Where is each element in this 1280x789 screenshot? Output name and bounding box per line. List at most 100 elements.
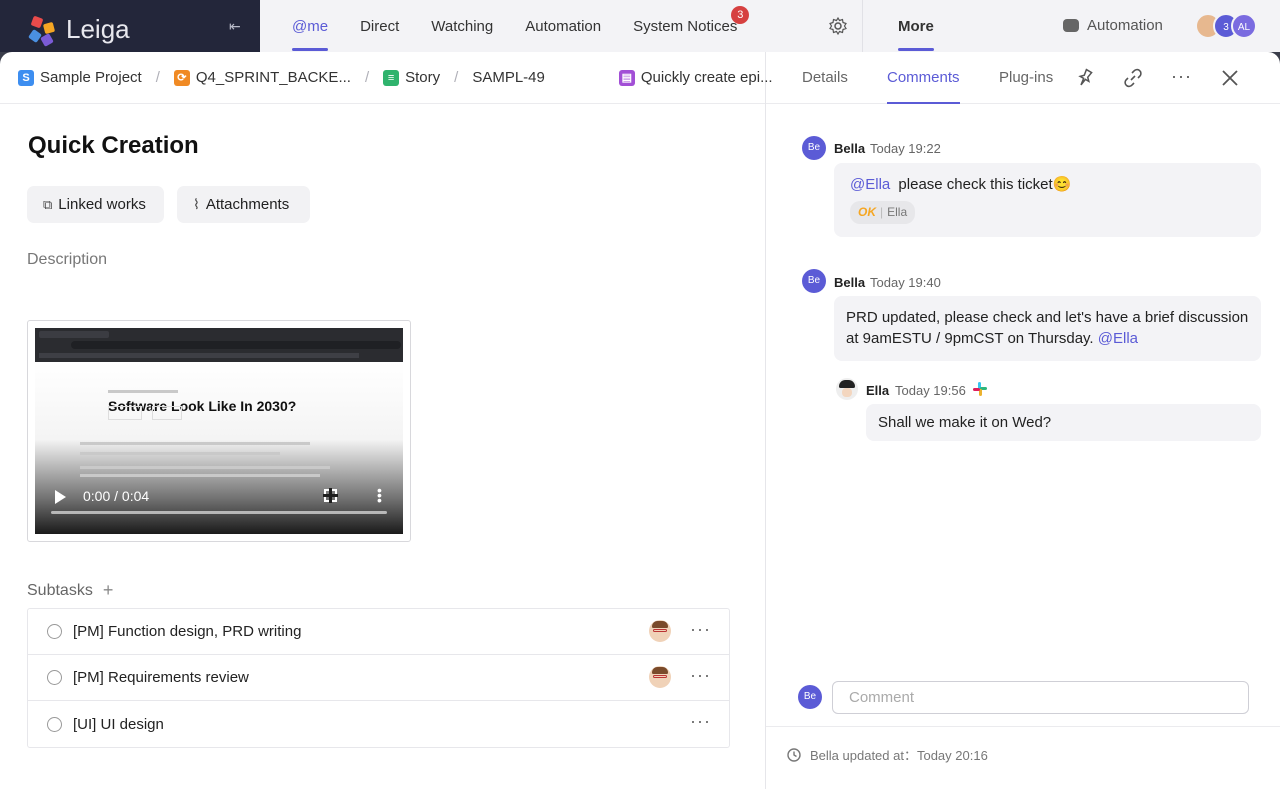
subtask-status-checkbox[interactable] [47, 624, 62, 639]
attachments-button[interactable]: ⌇ Attachments [177, 186, 310, 223]
top-nav: @me Direct Watching Automation System No… [260, 0, 862, 52]
gear-icon[interactable] [828, 16, 848, 36]
more-tab[interactable]: More [898, 0, 934, 52]
subtask-status-checkbox[interactable] [47, 716, 62, 732]
reply-bubble: Shall we make it on Wed? [866, 404, 1261, 441]
avatar[interactable]: Be [802, 136, 826, 160]
tab-comments[interactable]: Comments [887, 52, 960, 104]
mention-link[interactable]: @Ella [850, 176, 890, 193]
tab-plugins[interactable]: Plug-ins [999, 52, 1053, 104]
automation-link[interactable]: Automation [1063, 17, 1163, 34]
breadcrumb-parent-label: Quickly create epi... [640, 69, 773, 86]
table-row[interactable]: [PM] Function design, PRD writing ··· [28, 609, 729, 655]
subtask-list: [PM] Function design, PRD writing ··· [P… [27, 608, 730, 748]
mention-link[interactable]: @Ella [1098, 330, 1138, 347]
subtasks-label: Subtasks [27, 581, 93, 599]
video-progress-bar[interactable] [51, 511, 387, 514]
comment-body: PRD updated, please check and let's have… [846, 309, 1249, 347]
breadcrumb-sprint[interactable]: ⟳ Q4_SPRINT_BACKE... [173, 69, 351, 86]
notice-count-badge: 3 [731, 6, 750, 24]
breadcrumb-sprint-label: Q4_SPRINT_BACKE... [195, 69, 351, 86]
story-icon: ≡ [383, 69, 400, 86]
nav-tab-system-notices[interactable]: System Notices 3 [633, 0, 750, 52]
collapse-sidebar-icon[interactable]: ⇤ [229, 18, 241, 35]
breadcrumb-key[interactable]: SAMPL-49 [472, 69, 545, 86]
assignee-avatar[interactable] [649, 620, 671, 642]
more-icon[interactable]: ··· [690, 666, 711, 684]
reaction-separator: | [880, 205, 884, 219]
video-controls: 0:00 / 0:04 • • • [35, 474, 403, 534]
updated-info: Bella updated at：Today 20:16 [786, 745, 988, 764]
add-subtask-button[interactable]: + [103, 580, 114, 601]
nav-tab-automation[interactable]: Automation [525, 0, 601, 52]
breadcrumb-parent[interactable]: ▤ Quickly create epi... [618, 69, 773, 86]
robot-icon [1063, 19, 1079, 32]
comment-time: Today 19:22 [870, 141, 941, 156]
subtask-status-checkbox[interactable] [47, 670, 62, 685]
video-player[interactable]: Software Look Like In 2030? 0:00 / 0:04 … [35, 328, 403, 534]
link-copy-icon: ⧉ [43, 196, 53, 212]
table-row[interactable]: [UI] UI design ··· [28, 701, 729, 747]
epic-icon: ▤ [618, 69, 635, 86]
slack-icon [973, 382, 987, 396]
attachments-label: Attachments [205, 196, 290, 213]
tab-details[interactable]: Details [802, 52, 848, 104]
avatar[interactable] [836, 378, 858, 400]
video-menu-icon[interactable]: • • • [377, 483, 382, 507]
pin-icon[interactable] [1074, 67, 1096, 89]
breadcrumb-project[interactable]: S Sample Project [18, 69, 142, 86]
ok-reaction-icon: OK [858, 205, 876, 219]
breadcrumb-project-label: Sample Project [40, 69, 142, 86]
subtasks-header: Subtasks + [27, 580, 113, 601]
comment-author[interactable]: Bella [834, 275, 865, 290]
reply-body: Shall we make it on Wed? [878, 414, 1052, 431]
project-icon: S [18, 69, 34, 86]
breadcrumb: S Sample Project / ⟳ Q4_SPRINT_BACKE... … [0, 52, 773, 104]
breadcrumb-key-label: SAMPL-49 [472, 69, 545, 86]
subtask-title[interactable]: [PM] Requirements review [73, 669, 249, 686]
assignee-avatar[interactable] [649, 666, 671, 688]
avatar: AL [1231, 13, 1257, 39]
video-time: 0:00 / 0:04 [83, 488, 150, 504]
logo-text: Leiga [66, 14, 130, 44]
close-icon[interactable] [1219, 67, 1241, 89]
comment-time: Today 19:40 [870, 275, 941, 290]
issue-detail-modal: S Sample Project / ⟳ Q4_SPRINT_BACKE... … [0, 52, 1280, 789]
video-attachment[interactable]: Software Look Like In 2030? 0:00 / 0:04 … [27, 320, 411, 542]
table-row[interactable]: [PM] Requirements review ··· [28, 655, 729, 701]
automation-label: Automation [1087, 17, 1163, 34]
nav-tab-me[interactable]: @me [292, 0, 329, 52]
more-icon[interactable]: ··· [690, 712, 711, 730]
comments-pane: Details Comments Plug-ins ··· Be Bella T… [766, 52, 1280, 789]
description-label: Description [27, 251, 108, 268]
reply-time: Today 19:56 [895, 383, 966, 398]
more-icon[interactable]: ··· [690, 620, 711, 638]
logo-icon [28, 15, 58, 47]
avatar[interactable]: Be [802, 269, 826, 293]
top-right-area: More Automation 3 AL [862, 0, 1280, 52]
updated-text: Bella updated at：Today 20:16 [810, 748, 988, 763]
comment-input[interactable]: Comment [832, 681, 1249, 714]
comment-author[interactable]: Bella [834, 141, 865, 156]
reaction-chip[interactable]: OK | Ella [850, 201, 916, 224]
subtask-title[interactable]: [UI] UI design [73, 716, 164, 733]
member-avatars[interactable]: 3 AL [1195, 13, 1257, 39]
linked-works-button[interactable]: ⧉ Linked works [27, 186, 164, 223]
video-thumbnail-browser [35, 328, 403, 362]
app-logo: Leiga [28, 14, 130, 47]
breadcrumb-separator: / [364, 69, 370, 86]
sprint-icon: ⟳ [173, 69, 190, 86]
play-icon[interactable] [55, 490, 66, 504]
subtask-title[interactable]: [PM] Function design, PRD writing [73, 623, 301, 640]
nav-tab-direct[interactable]: Direct [360, 0, 399, 52]
breadcrumb-type[interactable]: ≡ Story [383, 69, 440, 86]
fullscreen-icon[interactable] [323, 488, 338, 503]
issue-title[interactable]: Quick Creation [28, 132, 199, 160]
nav-tab-watching[interactable]: Watching [431, 0, 493, 52]
more-options-icon[interactable]: ··· [1171, 66, 1193, 88]
history-icon [787, 747, 801, 762]
link-icon[interactable] [1122, 67, 1144, 89]
panel-tabs: Details Comments Plug-ins ··· [766, 52, 1280, 104]
linked-works-label: Linked works [58, 196, 146, 213]
reply-author[interactable]: Ella [866, 383, 889, 398]
